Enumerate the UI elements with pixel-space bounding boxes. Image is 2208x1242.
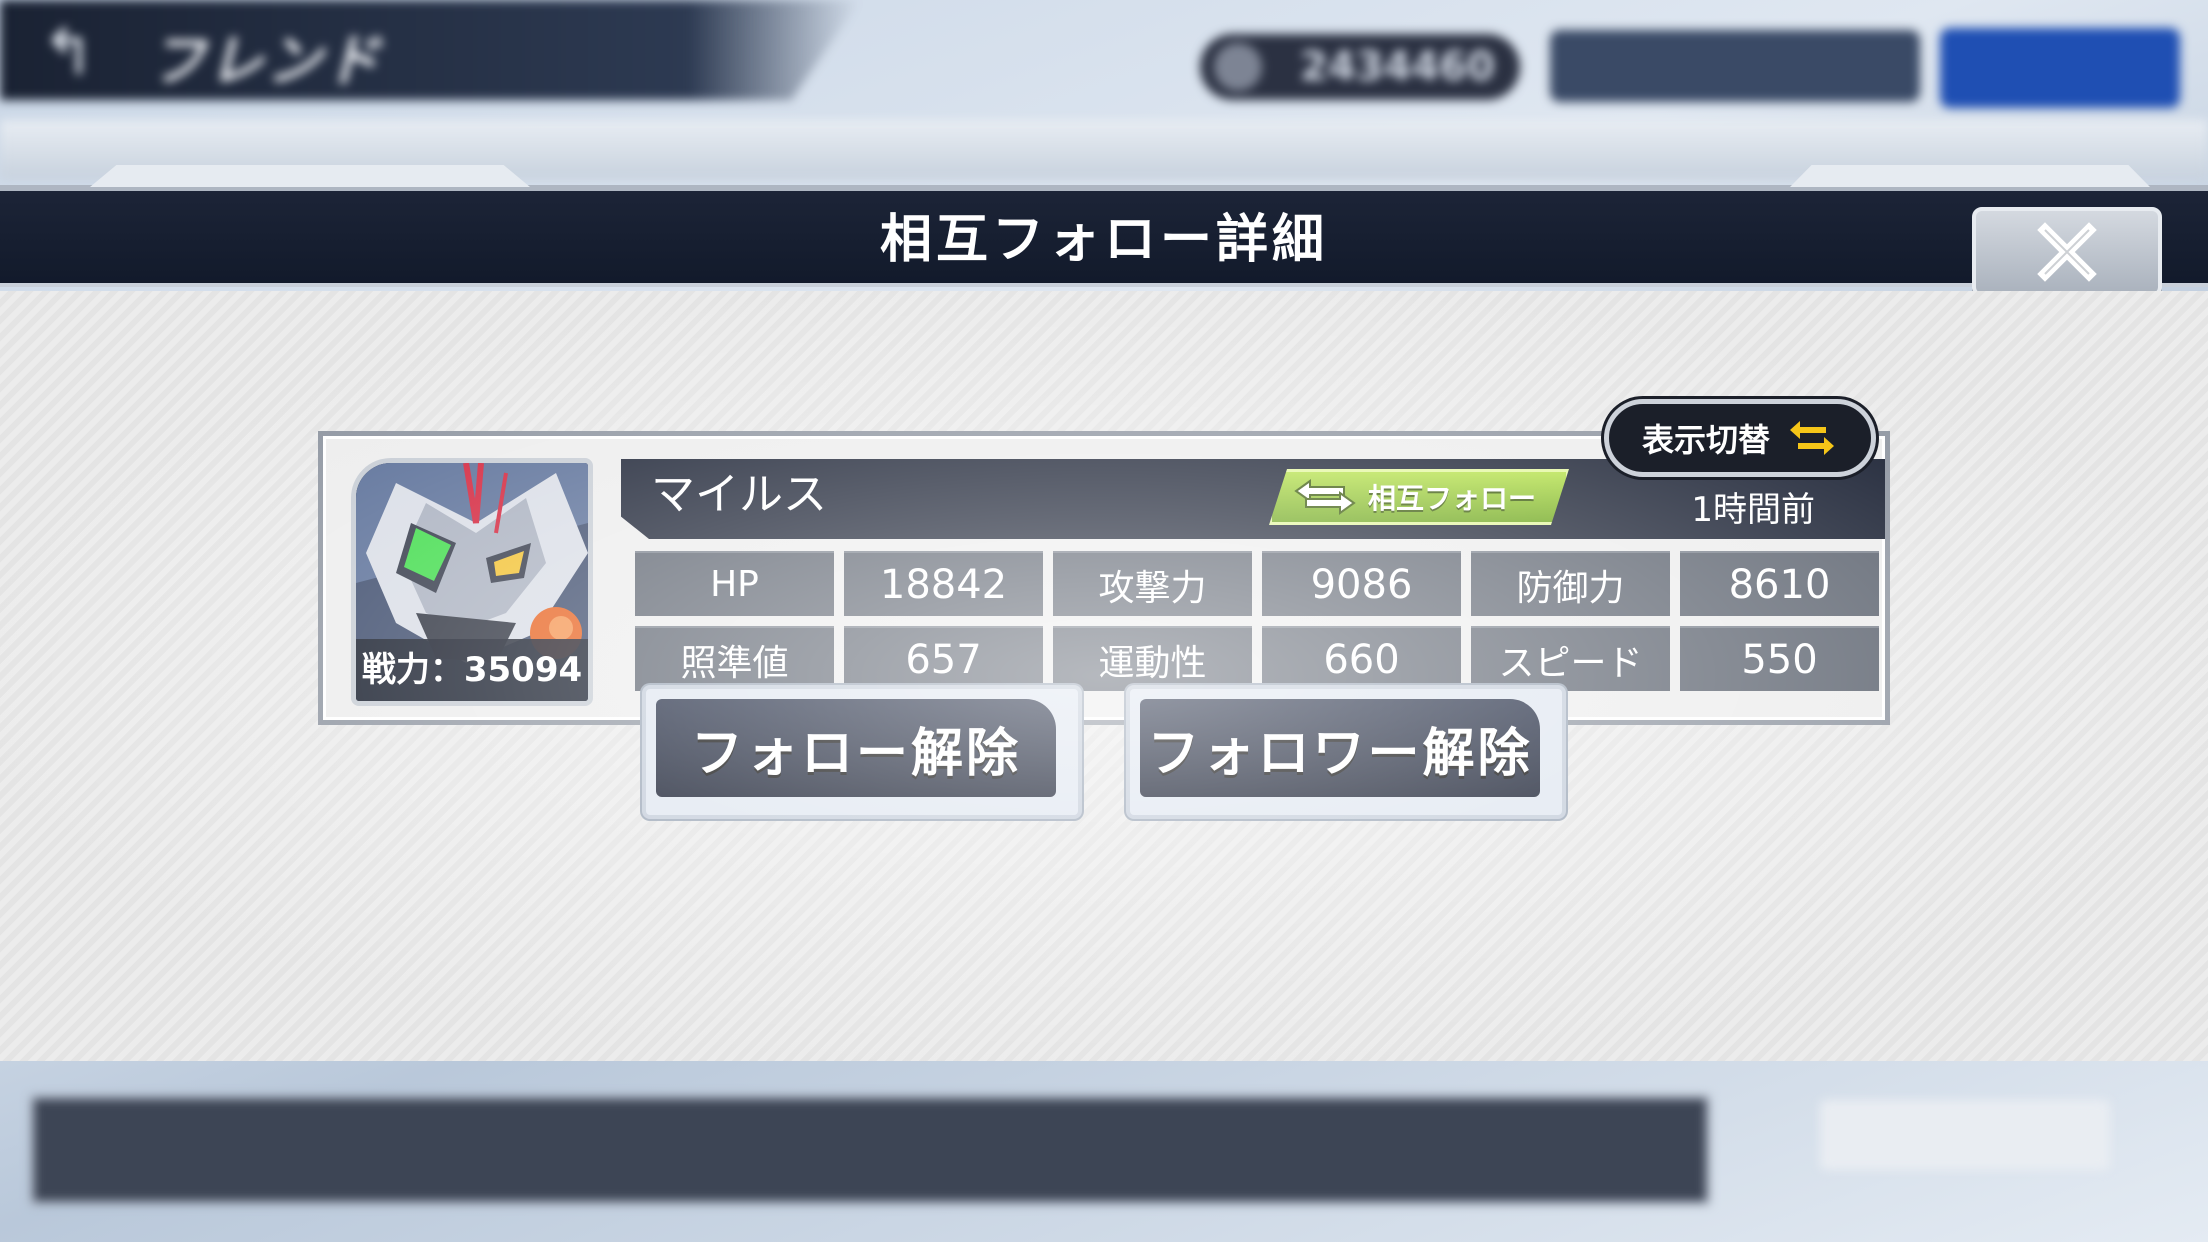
background-friend-card [30,1095,1710,1205]
last-login-time: 1時間前 [1691,490,1815,530]
remove-follower-button-label: フォロワー解除 [1140,699,1540,797]
background-header: ↰ フレンド [0,0,860,100]
stat-label-accuracy: 照準値 [635,626,834,691]
toggle-view-label: 表示切替 [1641,421,1770,459]
remove-follower-button[interactable]: フォロワー解除 [1126,685,1566,819]
dialog-title: 相互フォロー詳細 [879,210,1328,270]
background-card-button [1820,1100,2110,1170]
stats-grid: HP 18842 攻撃力 9086 防御力 8610 照準値 657 運動性 6… [635,551,1879,691]
stat-value-hp: 18842 [844,551,1043,616]
swap-arrows-icon [1790,421,1834,455]
dialog-body: 表示切替 戦力：35094 マイルス 相互フォロー 1時間前 HP 18842 … [0,291,2208,1061]
stat-value-mobility: 660 [1262,626,1461,691]
stat-label-mobility: 運動性 [1053,626,1252,691]
stat-value-accuracy: 657 [844,626,1043,691]
mutual-follow-label: 相互フォロー [1368,482,1537,515]
unfollow-button[interactable]: フォロー解除 [642,685,1082,819]
stat-value-defense: 8610 [1680,551,1879,616]
background-title: フレンド [150,29,382,94]
stat-label-defense: 防御力 [1471,551,1670,616]
shop-button [1940,28,2180,108]
mutual-follow-arrows-icon [1294,479,1356,515]
unfollow-button-label: フォロー解除 [656,699,1056,797]
stat-label-hp: HP [635,551,834,616]
currency-display: 2434460 [1200,34,1520,100]
stat-label-attack: 攻撃力 [1053,551,1252,616]
mutual-follow-badge: 相互フォロー [1269,469,1569,525]
dialog-titlebar: 相互フォロー詳細 [0,185,2208,297]
combat-power-label: 戦力：35094 [356,639,588,701]
back-arrow-icon[interactable]: ↰ [28,18,108,88]
toggle-view-button[interactable]: 表示切替 [1604,399,1876,477]
stat-label-speed: スピード [1471,626,1670,691]
player-name: マイルス [651,469,827,520]
mutual-follow-detail-dialog: 相互フォロー詳細 表示切替 戦力：35094 マイルス 相互フォロー 1時間前 … [0,165,2208,1095]
stat-value-speed: 550 [1680,626,1879,691]
stat-value-attack: 9086 [1262,551,1461,616]
close-x-icon [2037,222,2097,282]
close-button[interactable] [1972,207,2162,297]
stamina-display [1550,30,1920,102]
unit-avatar: 戦力：35094 [351,458,593,706]
